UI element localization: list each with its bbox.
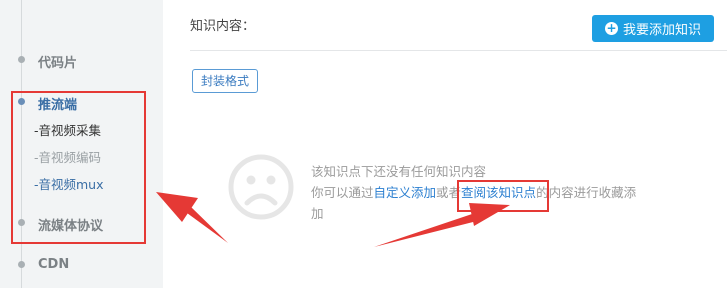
divider: [190, 50, 727, 51]
annotation-arrow-left: [156, 192, 228, 243]
sidebar-item-cdn[interactable]: CDN: [38, 257, 69, 272]
empty-line-2-prefix: 你可以通过: [311, 185, 374, 200]
tag-container-format[interactable]: 封装格式: [192, 69, 259, 93]
tree-dot: [18, 261, 25, 268]
sidebar-item-code-snippet[interactable]: 代码片: [38, 52, 77, 71]
annotation-box-link: [457, 180, 549, 212]
plus-circle-icon: +: [604, 21, 618, 35]
add-knowledge-label: 我要添加知识: [622, 23, 701, 38]
tree-dot: [18, 56, 25, 63]
empty-line-2-suffix: 的内容进行收藏添: [536, 185, 637, 200]
add-knowledge-button[interactable]: + 我要添加知识: [592, 15, 714, 42]
custom-add-link[interactable]: 自定义添加: [374, 185, 437, 200]
annotation-box-sidebar: [11, 91, 146, 244]
section-label: 知识内容：: [190, 19, 256, 34]
empty-line-1: 该知识点下还没有任何知识内容: [311, 164, 487, 179]
sad-face-icon: [228, 154, 294, 220]
